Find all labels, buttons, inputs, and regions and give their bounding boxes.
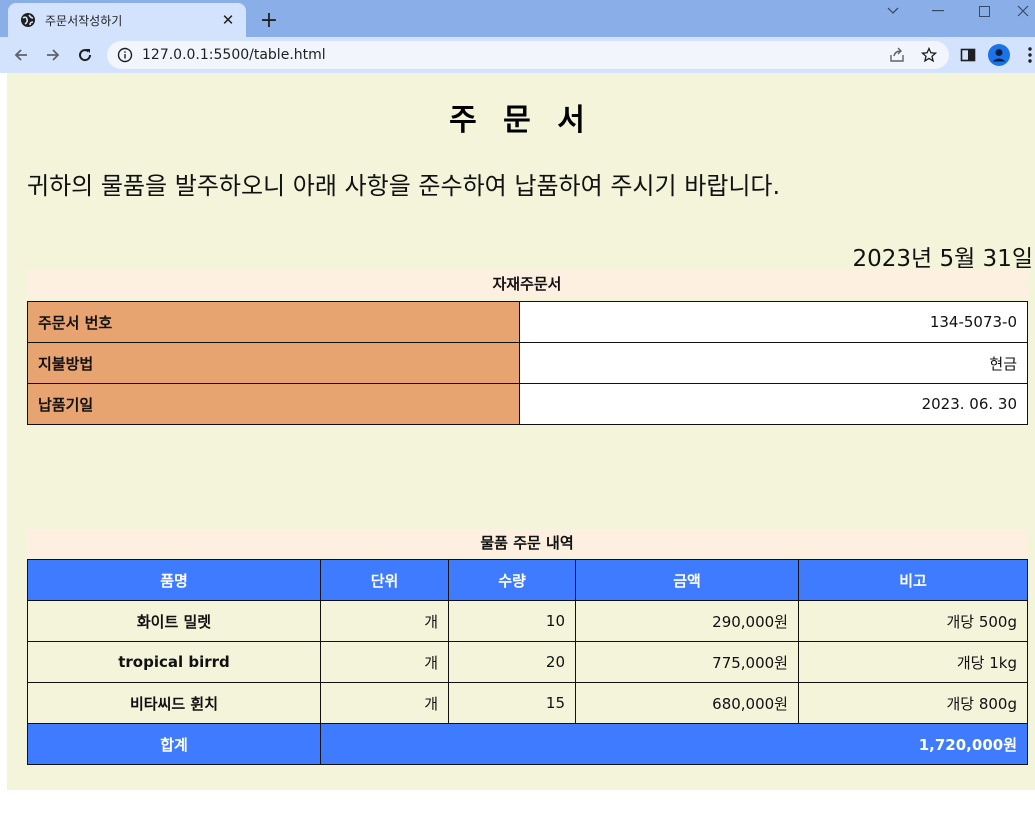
globe-icon — [20, 12, 36, 28]
total-label: 합계 — [27, 723, 321, 765]
bookmark-star-icon[interactable] — [919, 45, 939, 65]
table-row: 납품기일 2023. 06. 30 — [27, 383, 1028, 425]
payment-method-value: 현금 — [519, 342, 1028, 384]
item-unit: 개 — [320, 682, 449, 724]
back-button[interactable] — [8, 42, 34, 68]
order-info-table: 주문서 번호 134-5073-0 지불방법 현금 납품기일 2023. 06.… — [27, 301, 1028, 425]
new-tab-button[interactable]: + — [256, 7, 282, 33]
menu-dots-icon[interactable] — [1024, 44, 1035, 66]
header-unit: 단위 — [320, 559, 449, 601]
tab-search-icon[interactable] — [873, 0, 913, 22]
document-date: 2023년 5월 31일 — [852, 246, 1033, 272]
item-unit: 개 — [320, 641, 449, 683]
minimize-button[interactable] — [918, 0, 958, 22]
share-icon[interactable] — [887, 45, 907, 65]
close-tab-icon[interactable]: ✕ — [218, 10, 238, 30]
url-text: 127.0.0.1:5500/table.html — [142, 47, 326, 63]
item-unit: 개 — [320, 600, 449, 642]
header-note: 비고 — [798, 559, 1028, 601]
reload-button[interactable] — [72, 42, 98, 68]
item-name: tropical birrd — [27, 641, 321, 683]
total-value: 1,720,000원 — [320, 723, 1028, 765]
address-bar[interactable]: 127.0.0.1:5500/table.html — [107, 41, 949, 69]
tab-strip: 주문서작성하기 ✕ + — [0, 0, 1035, 37]
order-info-caption: 자재주문서 — [27, 270, 1027, 298]
tab-title: 주문서작성하기 — [45, 13, 123, 28]
order-items-table: 품명 단위 수량 금액 비고 화이트 밀렛 개 10 290,000원 개당 5… — [27, 559, 1028, 765]
item-name: 화이트 밀렛 — [27, 600, 321, 642]
browser-toolbar: 127.0.0.1:5500/table.html — [0, 37, 1035, 73]
order-items-caption: 물품 주문 내역 — [27, 529, 1027, 557]
header-item-name: 품명 — [27, 559, 321, 601]
header-quantity: 수량 — [448, 559, 576, 601]
table-header-row: 품명 단위 수량 금액 비고 — [27, 559, 1028, 601]
close-window-button[interactable] — [1010, 0, 1035, 22]
order-number-label: 주문서 번호 — [27, 301, 520, 343]
total-row: 합계 1,720,000원 — [27, 723, 1028, 765]
table-row: 지불방법 현금 — [27, 342, 1028, 384]
item-name: 비타씨드 휜치 — [27, 682, 321, 724]
browser-tab[interactable]: 주문서작성하기 ✕ — [8, 3, 246, 37]
delivery-date-value: 2023. 06. 30 — [519, 383, 1028, 425]
forward-button[interactable] — [40, 42, 66, 68]
delivery-date-label: 납품기일 — [27, 383, 520, 425]
item-note: 개당 800g — [798, 682, 1028, 724]
table-row: 주문서 번호 134-5073-0 — [27, 301, 1028, 343]
item-quantity: 10 — [448, 600, 576, 642]
table-row: 비타씨드 휜치 개 15 680,000원 개당 800g — [27, 682, 1028, 724]
item-quantity: 15 — [448, 682, 576, 724]
side-panel-icon[interactable] — [957, 44, 979, 66]
item-amount: 680,000원 — [575, 682, 799, 724]
item-amount: 775,000원 — [575, 641, 799, 683]
item-quantity: 20 — [448, 641, 576, 683]
item-amount: 290,000원 — [575, 600, 799, 642]
order-number-value: 134-5073-0 — [519, 301, 1028, 343]
table-row: tropical birrd 개 20 775,000원 개당 1kg — [27, 641, 1028, 683]
profile-avatar-icon[interactable] — [988, 44, 1010, 66]
item-note: 개당 500g — [798, 600, 1028, 642]
page-title: 주 문 서 — [449, 103, 593, 138]
payment-method-label: 지불방법 — [27, 342, 520, 384]
maximize-button[interactable] — [964, 0, 1004, 22]
info-icon[interactable] — [117, 47, 133, 63]
header-amount: 금액 — [575, 559, 799, 601]
intro-text: 귀하의 물품을 발주하오니 아래 사항을 준수하여 납품하여 주시기 바랍니다. — [27, 172, 781, 200]
table-row: 화이트 밀렛 개 10 290,000원 개당 500g — [27, 600, 1028, 642]
page-content: 주 문 서 귀하의 물품을 발주하오니 아래 사항을 준수하여 납품하여 주시기… — [7, 73, 1035, 790]
item-note: 개당 1kg — [798, 641, 1028, 683]
